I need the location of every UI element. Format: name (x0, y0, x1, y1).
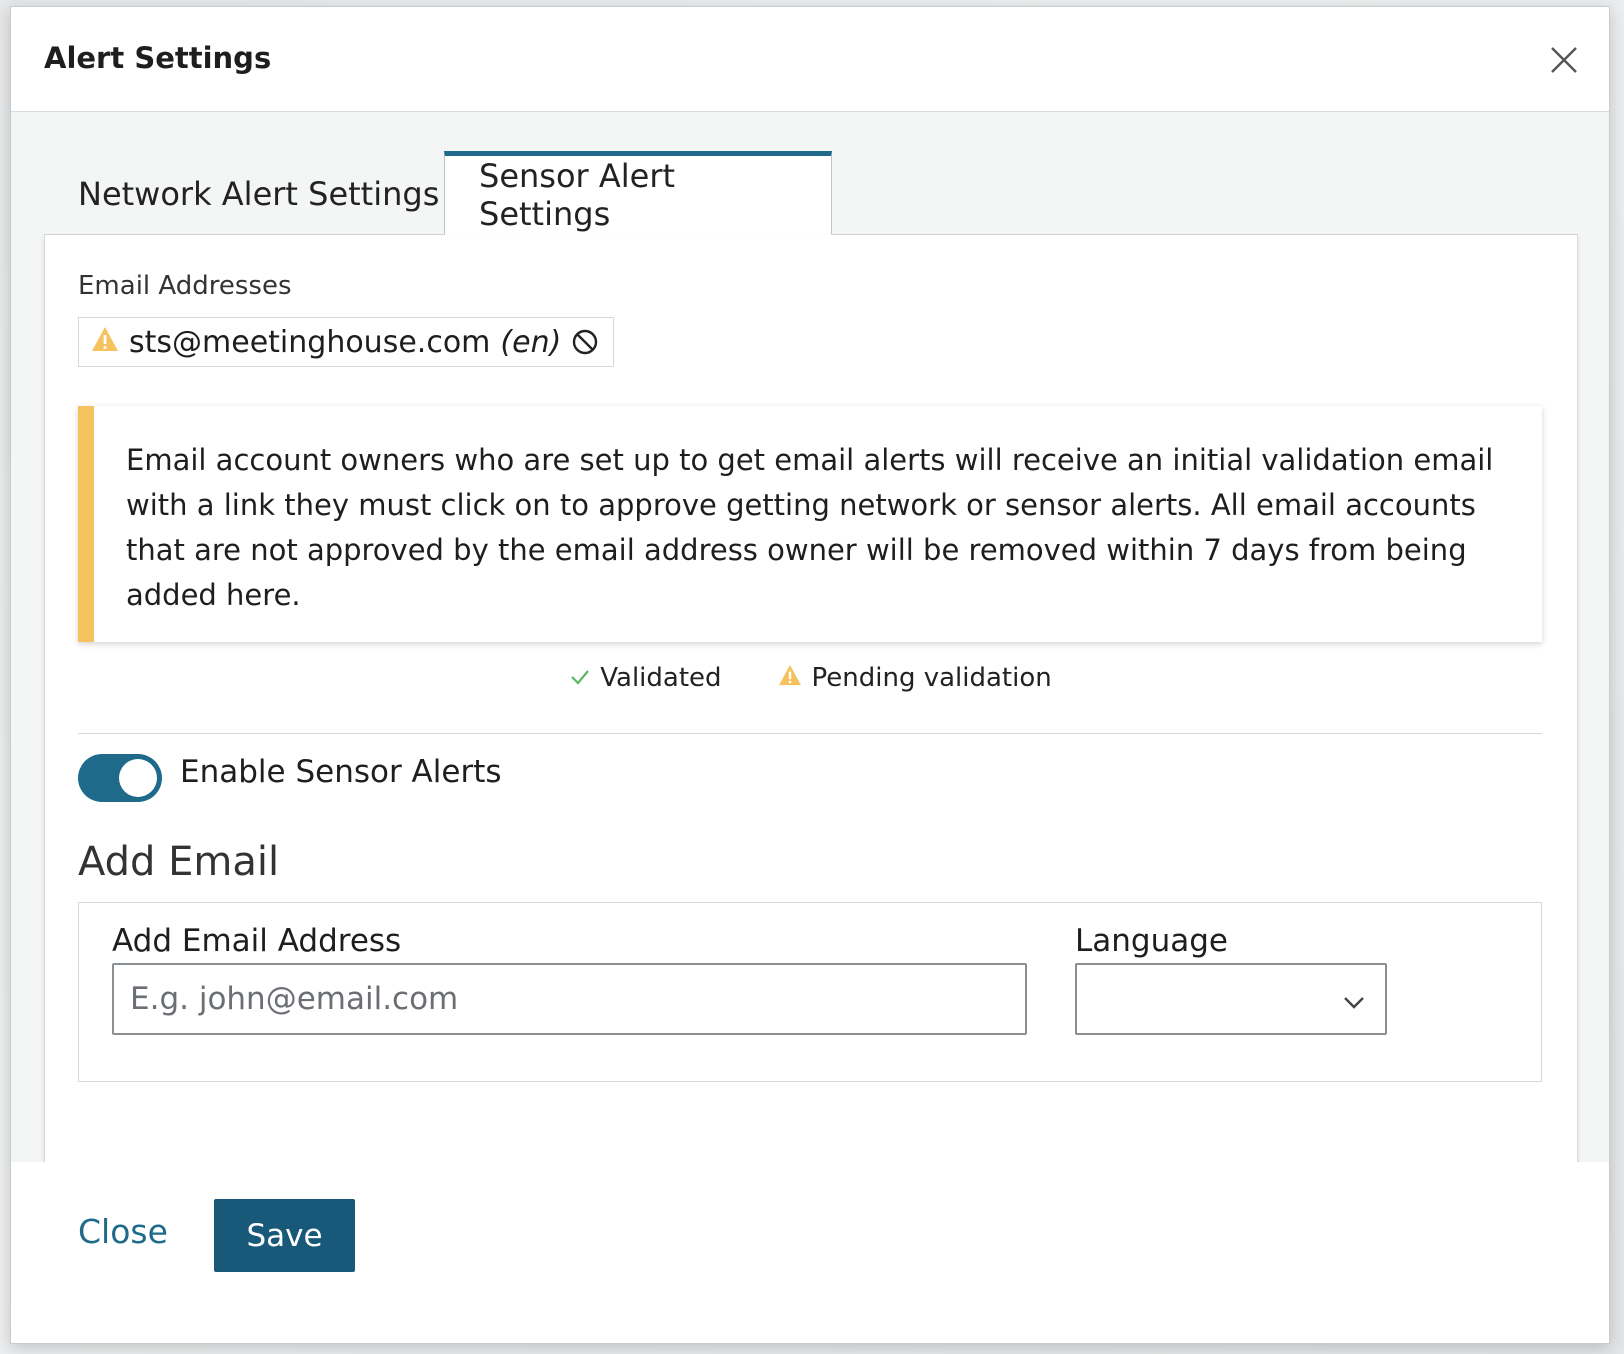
email-field[interactable] (112, 963, 1027, 1035)
toggle-knob (119, 759, 157, 797)
modal-header: Alert Settings (11, 7, 1609, 112)
modal-title: Alert Settings (44, 41, 272, 75)
enable-sensor-alerts-toggle[interactable] (78, 754, 162, 802)
legend-pending: Pending validation (778, 663, 1052, 693)
tab-sensor-alert-settings[interactable]: Sensor Alert Settings (444, 151, 832, 235)
tab-label: Network Alert Settings (78, 175, 440, 213)
enable-sensor-alerts-label: Enable Sensor Alerts (180, 754, 502, 790)
tab-label: Sensor Alert Settings (479, 157, 676, 233)
tab-network-alert-settings[interactable]: Network Alert Settings (44, 153, 473, 235)
email-chip-language: (en) (500, 324, 562, 360)
divider (78, 733, 1542, 734)
add-email-form: Add Email Address Language (78, 902, 1542, 1082)
validation-notice: Email account owners who are set up to g… (78, 406, 1542, 642)
notice-text: Email account owners who are set up to g… (126, 443, 1494, 612)
alert-settings-modal: Alert Settings Network Alert Settings Se… (10, 6, 1610, 1344)
close-button[interactable]: Close (78, 1212, 168, 1251)
warning-icon (778, 663, 802, 693)
legend-pending-label: Pending validation (811, 663, 1052, 693)
status-legend: Validated Pending validation (45, 663, 1577, 693)
add-email-title: Add Email (78, 839, 280, 885)
language-select[interactable] (1075, 963, 1387, 1035)
close-icon[interactable] (1549, 45, 1579, 75)
check-icon (570, 663, 590, 693)
email-addresses-label: Email Addresses (78, 271, 292, 301)
sensor-alert-panel: Email Addresses sts@meetinghouse.com (en… (44, 235, 1578, 1180)
legend-validated-label: Validated (600, 663, 722, 693)
email-chip: sts@meetinghouse.com (en) (78, 317, 615, 367)
tab-bar: Network Alert Settings Sensor Alert Sett… (44, 145, 1578, 235)
email-chip-address: sts@meetinghouse.com (129, 324, 491, 360)
chevron-down-icon (1341, 989, 1367, 1015)
add-email-address-label: Add Email Address (112, 923, 402, 959)
modal-footer: Close Save (11, 1162, 1609, 1343)
save-button[interactable]: Save (214, 1199, 355, 1272)
warning-icon (91, 325, 119, 360)
language-label: Language (1075, 923, 1228, 959)
block-icon[interactable] (571, 328, 599, 356)
legend-validated: Validated (570, 663, 722, 693)
